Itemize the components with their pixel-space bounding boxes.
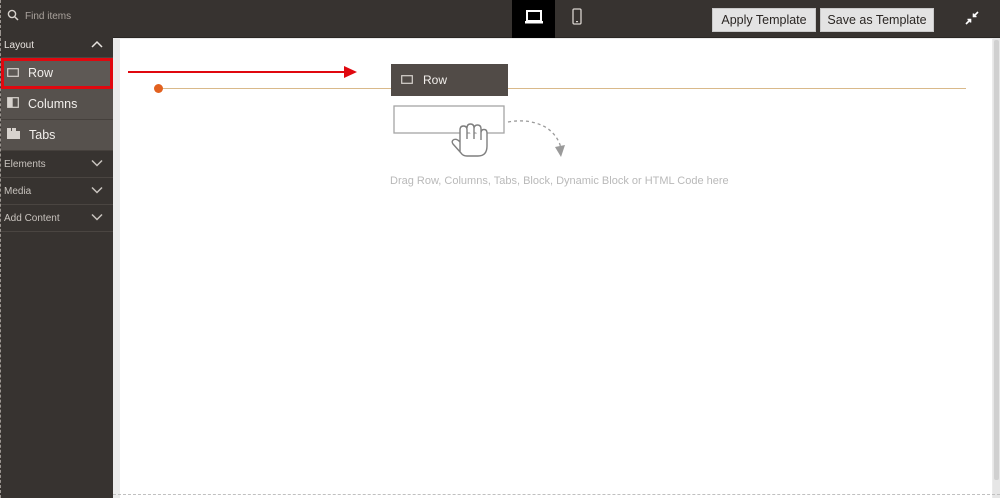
sidebar-item-columns[interactable]: Columns — [1, 89, 113, 120]
drag-hand-illustration — [393, 105, 565, 157]
mobile-view-button[interactable] — [555, 0, 598, 38]
chevron-down-icon — [91, 186, 103, 197]
exit-fullscreen-button[interactable] — [960, 8, 984, 32]
row-icon — [7, 66, 19, 80]
search-box[interactable] — [0, 0, 113, 33]
columns-icon — [7, 97, 19, 111]
chevron-down-icon — [91, 213, 103, 224]
content-types-sidebar: Layout Row Columns Tabs Elements Media A… — [0, 33, 113, 498]
collapse-icon — [965, 10, 979, 30]
drop-position-dot — [154, 84, 163, 93]
drop-zone-canvas[interactable]: Row Drag Row, Columns, Tabs, Block, Dyna… — [120, 39, 992, 498]
media-group-header[interactable]: Media — [1, 178, 113, 205]
drop-position-indicator — [158, 88, 966, 89]
mobile-icon — [571, 7, 583, 31]
sidebar-item-row[interactable]: Row — [1, 58, 113, 89]
group-label: Add Content — [4, 212, 60, 224]
bottom-divider — [113, 494, 1000, 495]
group-label: Elements — [4, 158, 46, 170]
sidebar-item-label: Row — [28, 66, 54, 80]
save-as-template-button[interactable]: Save as Template — [820, 8, 934, 32]
ghost-label: Row — [423, 73, 448, 87]
desktop-view-button[interactable] — [512, 0, 555, 38]
dragged-row-ghost: Row — [391, 64, 508, 96]
group-label: Media — [4, 185, 32, 197]
drop-hint-text: Drag Row, Columns, Tabs, Block, Dynamic … — [390, 175, 729, 187]
row-icon — [401, 73, 413, 87]
sidebar-item-tabs[interactable]: Tabs — [1, 120, 113, 151]
vertical-scrollbar[interactable] — [993, 38, 1000, 498]
add-content-group-header[interactable]: Add Content — [1, 205, 113, 232]
top-toolbar: Apply Template Save as Template — [0, 0, 1000, 38]
sidebar-item-label: Columns — [28, 97, 78, 111]
layout-group-header[interactable]: Layout — [1, 33, 113, 58]
page-builder-stage: Row Drag Row, Columns, Tabs, Block, Dyna… — [113, 38, 1000, 498]
layout-group-label: Layout — [4, 39, 35, 51]
chevron-down-icon — [91, 159, 103, 170]
apply-template-button[interactable]: Apply Template — [712, 8, 816, 32]
desktop-icon — [524, 9, 544, 30]
search-icon — [7, 8, 19, 26]
chevron-up-icon — [91, 40, 103, 51]
sidebar-item-label: Tabs — [29, 128, 56, 142]
elements-group-header[interactable]: Elements — [1, 151, 113, 178]
tabs-icon — [7, 128, 20, 142]
scrollbar-thumb[interactable] — [994, 40, 999, 480]
search-input[interactable] — [25, 6, 105, 27]
drag-arrow-annotation — [128, 66, 357, 78]
